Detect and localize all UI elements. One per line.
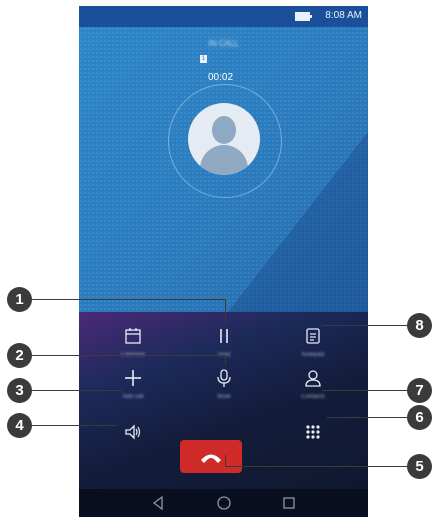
recents-icon[interactable] bbox=[281, 495, 297, 511]
microphone-icon bbox=[217, 369, 231, 387]
call-duration: 00:02 bbox=[208, 72, 234, 83]
leader-line-1 bbox=[32, 299, 226, 300]
leader-line-8 bbox=[322, 325, 407, 326]
dialpad-icon bbox=[306, 425, 320, 439]
call-state-label: IN CALL bbox=[208, 39, 239, 48]
status-time: 8:08 AM bbox=[325, 10, 362, 21]
callout-6: 6 bbox=[407, 405, 432, 430]
notepad-icon bbox=[306, 328, 320, 344]
leader-line-6 bbox=[327, 417, 407, 418]
back-icon[interactable] bbox=[150, 495, 166, 511]
leader-line-5-rise bbox=[225, 455, 226, 466]
leader-line-2 bbox=[32, 355, 226, 356]
callout-1: 1 bbox=[7, 287, 32, 312]
mute-label: Mute bbox=[217, 394, 231, 400]
callout-3: 3 bbox=[7, 378, 32, 403]
contacts-button[interactable]: Contacts bbox=[278, 356, 348, 406]
leader-line-1-drop bbox=[225, 299, 226, 322]
callout-5: 5 bbox=[407, 454, 432, 479]
calendar-icon bbox=[125, 328, 141, 344]
navigation-bar bbox=[79, 489, 368, 517]
status-bar: 8:08 AM bbox=[79, 6, 368, 27]
callout-7: 7 bbox=[407, 378, 432, 403]
leader-line-7 bbox=[322, 390, 407, 391]
leader-line-4 bbox=[32, 425, 116, 426]
sim-card-icon: 1 bbox=[200, 55, 207, 63]
pause-icon bbox=[220, 329, 228, 343]
add-call-button[interactable]: Add call bbox=[98, 356, 168, 406]
callout-2: 2 bbox=[7, 343, 32, 368]
contact-avatar bbox=[188, 103, 260, 175]
plus-icon bbox=[125, 370, 141, 386]
leader-line-2-drop bbox=[225, 355, 226, 365]
speaker-button[interactable] bbox=[98, 410, 168, 460]
person-icon bbox=[305, 370, 321, 387]
home-icon[interactable] bbox=[216, 495, 232, 511]
speaker-icon bbox=[125, 424, 141, 440]
battery-icon bbox=[295, 12, 312, 21]
leader-line-5 bbox=[225, 466, 407, 467]
mute-button[interactable]: Mute bbox=[189, 356, 259, 406]
phone-hangup-icon bbox=[201, 454, 221, 463]
contacts-label: Contacts bbox=[301, 394, 325, 400]
add-call-label: Add call bbox=[122, 394, 144, 400]
end-call-button[interactable] bbox=[180, 440, 242, 473]
callout-4: 4 bbox=[7, 413, 32, 438]
call-info-area: IN CALL 1 00:02 bbox=[79, 27, 368, 312]
leader-line-3 bbox=[32, 390, 122, 391]
phone-screen: 8:08 AM IN CALL 1 00:02 Calendar Hold bbox=[79, 6, 368, 517]
callout-8: 8 bbox=[407, 313, 432, 338]
